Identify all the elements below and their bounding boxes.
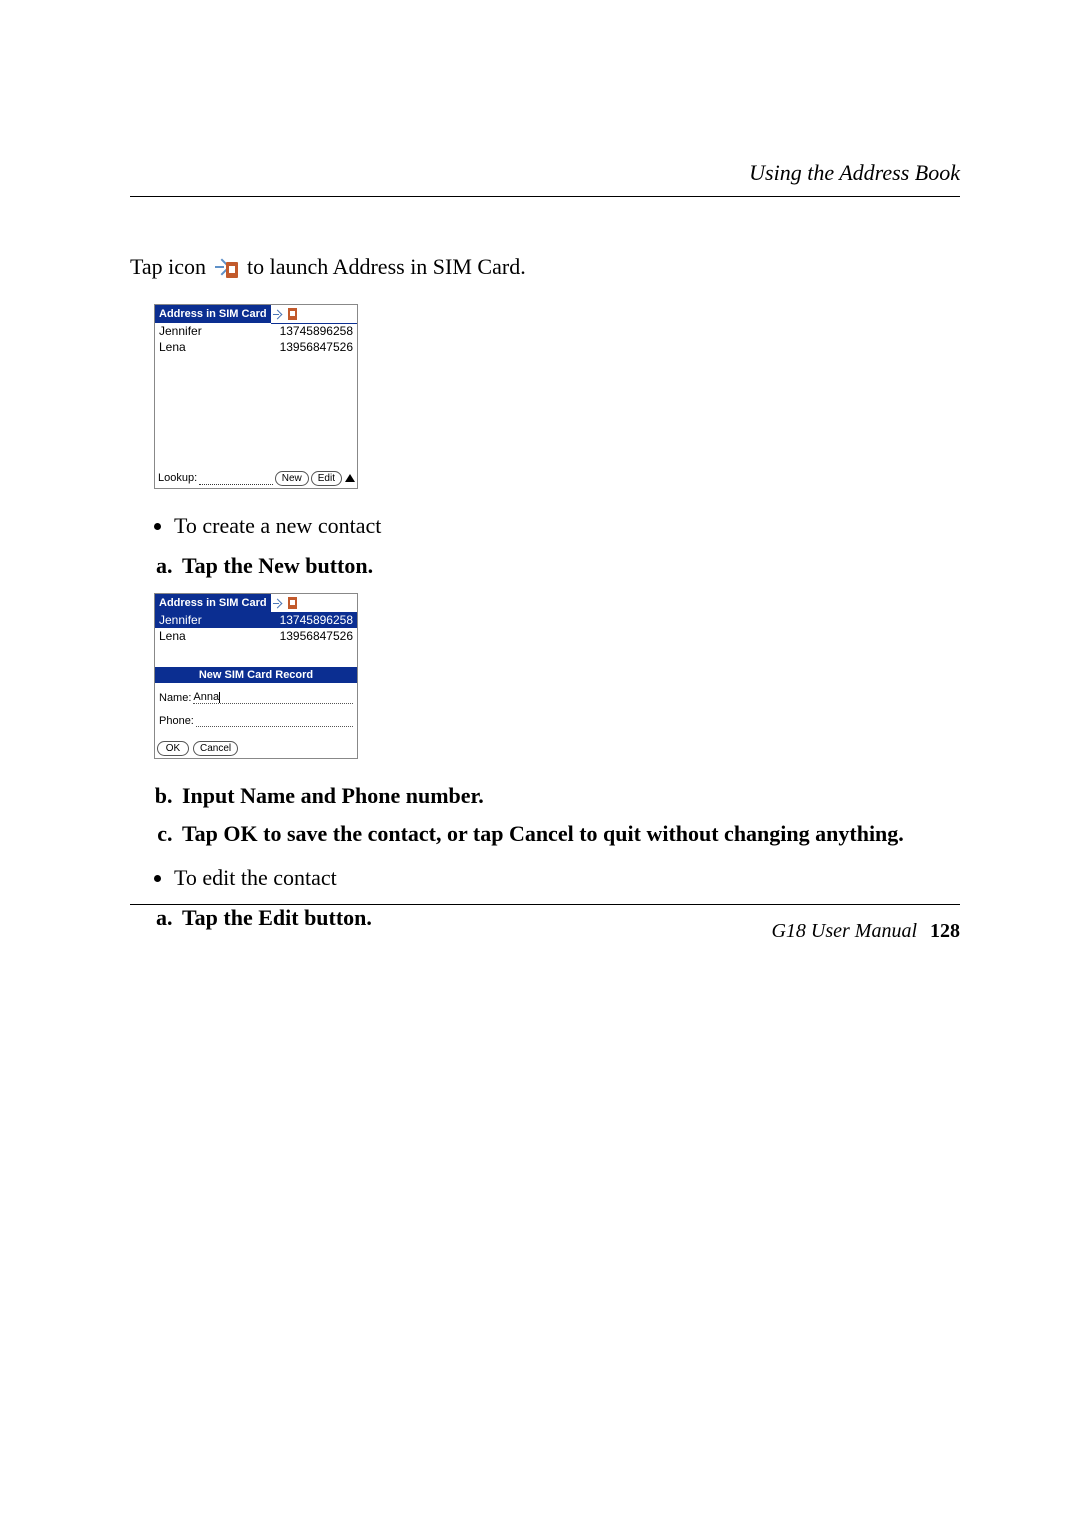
sim-card-icon — [216, 258, 238, 278]
contact-name: Jennifer — [159, 612, 202, 628]
header-rule — [130, 196, 960, 197]
footer-rule — [130, 904, 960, 905]
menu-arrow-icon[interactable] — [345, 474, 355, 482]
list-item[interactable]: Jennifer 13745896258 — [155, 323, 357, 339]
contact-name: Lena — [159, 628, 186, 644]
palm-title-bar: Address in SIM Card — [155, 305, 357, 323]
name-value: Anna — [193, 691, 219, 703]
step-b: Input Name and Phone number. — [178, 779, 960, 813]
chip-icon — [288, 308, 297, 320]
palm-title-bar: Address in SIM Card — [155, 594, 357, 612]
chip-icon — [288, 597, 297, 609]
palm-window-2: Address in SIM Card Jennifer 13745896258… — [154, 593, 358, 759]
name-input[interactable]: Anna — [193, 691, 353, 704]
screenshot-sim-list: Address in SIM Card Jennifer 13745896258… — [154, 304, 960, 489]
dialog-title: New SIM Card Record — [155, 667, 357, 683]
dialog-buttons: OK Cancel — [155, 741, 357, 758]
cancel-button[interactable]: Cancel — [193, 741, 238, 756]
bullet-edit: To edit the contact — [174, 861, 960, 895]
phone-field-row: Phone: — [159, 714, 353, 727]
name-label: Name: — [159, 692, 191, 704]
bullet-create: To create a new contact — [174, 509, 960, 543]
contact-list: Jennifer 13745896258 Lena 13956847526 — [155, 323, 357, 469]
phone-label: Phone: — [159, 715, 194, 727]
contact-name: Jennifer — [159, 323, 202, 339]
intro-text-after: to launch Address in SIM Card. — [247, 254, 526, 279]
new-button[interactable]: New — [275, 471, 309, 486]
dialog-body: Name: Anna Phone: — [155, 683, 357, 741]
contact-phone: 13956847526 — [280, 339, 353, 355]
footer-page-number: 128 — [922, 920, 960, 942]
ok-button[interactable]: OK — [157, 741, 189, 756]
edit-button[interactable]: Edit — [311, 471, 342, 486]
arrow-icon — [274, 597, 286, 609]
palm-title-text: Address in SIM Card — [155, 305, 271, 323]
step-c: Tap OK to save the contact, or tap Cance… — [178, 817, 960, 851]
palm-title-icons — [271, 594, 357, 613]
footer-manual-name: G18 User Manual — [771, 920, 917, 942]
lookup-input[interactable] — [199, 472, 273, 485]
palm-body-with-dialog: Jennifer 13745896258 Lena 13956847526 Ne… — [155, 612, 357, 758]
contact-name: Lena — [159, 339, 186, 355]
page-header: Using the Address Book — [749, 160, 960, 186]
contact-phone: 13745896258 — [280, 323, 353, 339]
screenshot-new-record: Address in SIM Card Jennifer 13745896258… — [154, 593, 960, 759]
list-item[interactable]: Lena 13956847526 — [155, 628, 357, 644]
page-footer: G18 User Manual 128 — [771, 920, 960, 943]
palm-title-text: Address in SIM Card — [155, 594, 271, 612]
palm-toolbar: Lookup: New Edit — [155, 469, 357, 488]
phone-input[interactable] — [196, 714, 353, 727]
contact-phone: 13956847526 — [280, 628, 353, 644]
list-item[interactable]: Lena 13956847526 — [155, 339, 357, 355]
name-field-row: Name: Anna — [159, 691, 353, 704]
step-a1: Tap the New button. — [178, 549, 960, 583]
arrow-icon — [274, 308, 286, 320]
palm-title-icons — [271, 305, 357, 324]
palm-window-1: Address in SIM Card Jennifer 13745896258… — [154, 304, 358, 489]
contact-phone: 13745896258 — [280, 612, 353, 628]
intro-text-before: Tap icon — [130, 254, 212, 279]
intro-paragraph: Tap icon to launch Address in SIM Card. — [130, 250, 960, 284]
lookup-label: Lookup: — [158, 472, 197, 484]
list-item[interactable]: Jennifer 13745896258 — [155, 612, 357, 628]
